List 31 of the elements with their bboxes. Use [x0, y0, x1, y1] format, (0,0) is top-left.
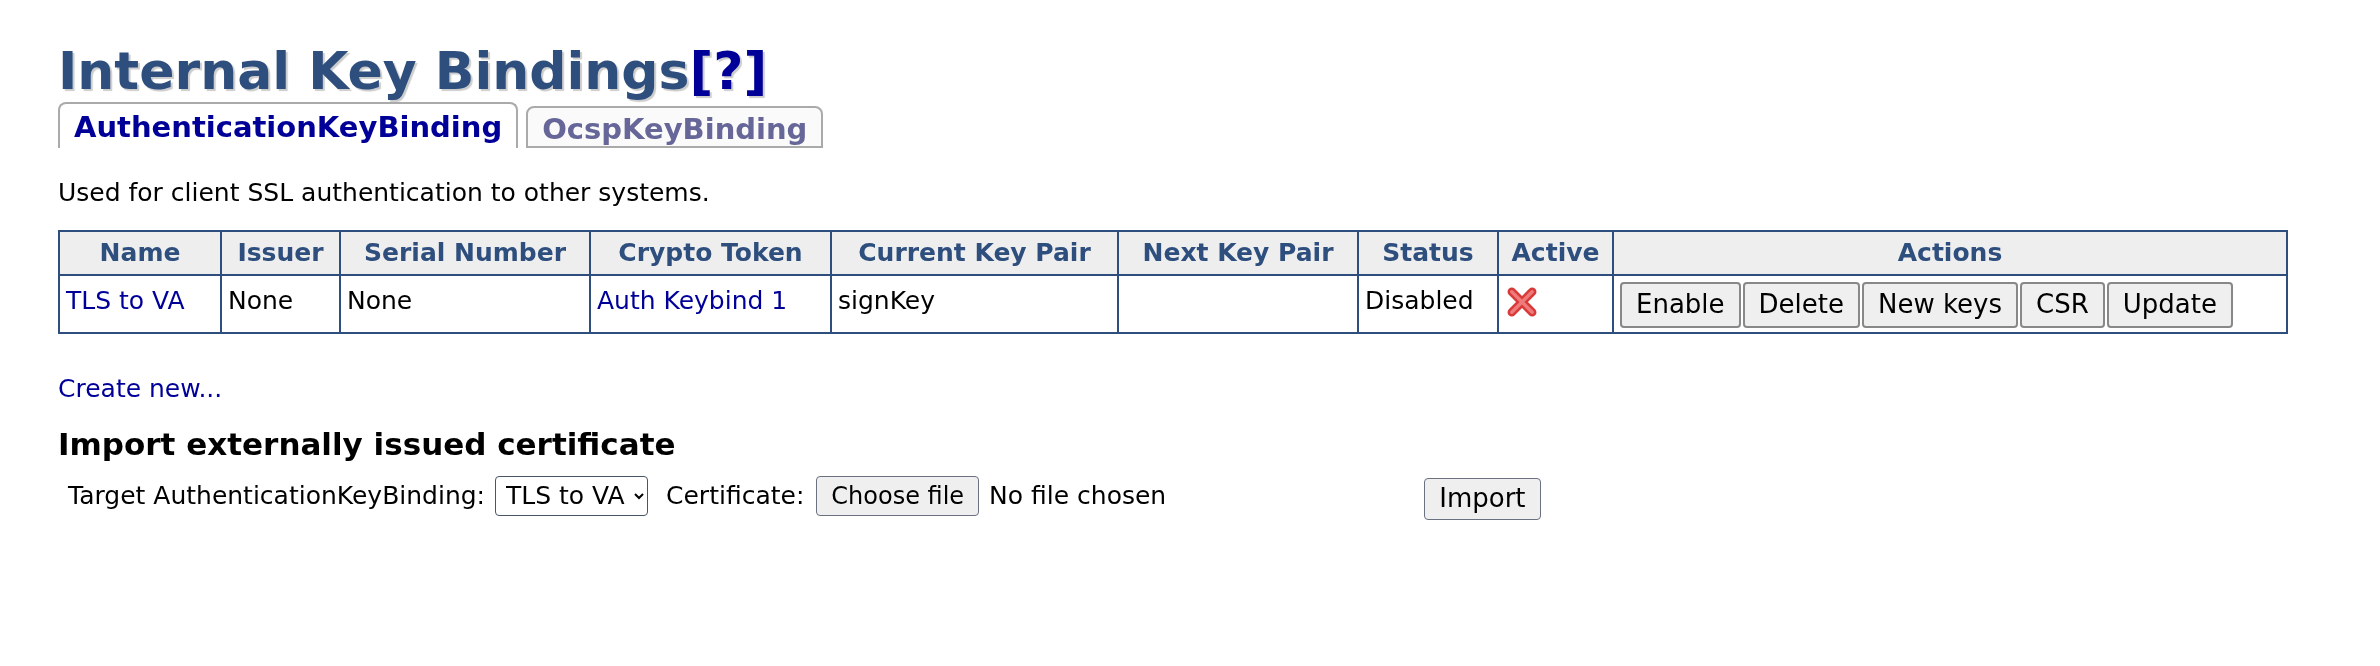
action-button[interactable]: New keys — [1862, 281, 2019, 328]
table-cell: Disabled — [1365, 285, 1474, 315]
action-button[interactable]: Delete — [1742, 281, 1860, 328]
section-heading: Import externally issued certificate — [58, 425, 677, 465]
column-header: Issuer — [221, 230, 340, 275]
help-link[interactable]: [?] — [689, 40, 768, 103]
tab[interactable]: OcspKeyBinding — [526, 106, 824, 149]
import-button[interactable]: Import — [1424, 477, 1541, 520]
column-header: Next Key Pair — [1118, 230, 1358, 275]
target-select[interactable]: TLS to VA — [495, 475, 649, 516]
column-header: Status — [1358, 230, 1498, 275]
column-header: Current Key Pair — [831, 230, 1118, 275]
action-button[interactable]: CSR — [2020, 281, 2105, 328]
column-header: Name — [59, 230, 221, 275]
file-status-text: No file chosen — [989, 480, 1167, 513]
page-title: Internal Key Bindings — [58, 40, 690, 103]
action-button[interactable]: Enable — [1620, 281, 1741, 328]
target-label: Target AuthenticationKeyBinding: — [68, 480, 486, 513]
column-header: Serial Number — [340, 230, 590, 275]
column-header: Active — [1498, 230, 1613, 275]
tab[interactable]: AuthenticationKeyBinding — [58, 102, 519, 149]
table-cell: None — [347, 285, 413, 315]
description-text: Used for client SSL authentication to other systems. — [58, 177, 711, 210]
column-header: Crypto Token — [590, 230, 831, 275]
create-new-link[interactable]: Create new... — [58, 369, 2380, 408]
certificate-label: Certificate: — [666, 480, 805, 513]
table-cell: None — [228, 285, 294, 315]
table-cell: signKey — [838, 285, 935, 315]
action-button[interactable]: Update — [2106, 281, 2233, 328]
column-header: Actions — [1613, 230, 2287, 275]
choose-file-button[interactable]: Choose file — [816, 475, 980, 516]
